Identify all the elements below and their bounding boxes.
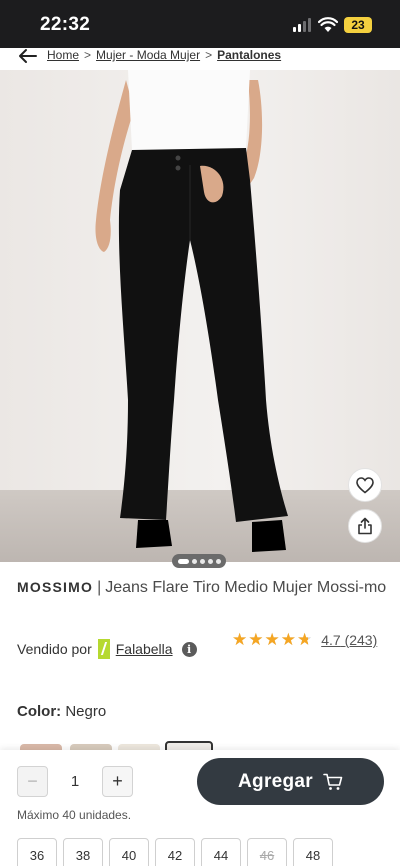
size-option-36[interactable]: 36 bbox=[17, 838, 57, 866]
breadcrumb-separator: > bbox=[205, 48, 213, 62]
seller-info: Vendido por Falabella i bbox=[17, 638, 197, 660]
cellular-signal-icon bbox=[293, 18, 313, 32]
add-to-cart-label: Agregar bbox=[238, 770, 313, 792]
status-bar: 22:32 23 bbox=[0, 0, 400, 48]
battery-indicator: 23 bbox=[344, 17, 372, 33]
share-icon bbox=[358, 517, 372, 535]
size-option-42[interactable]: 42 bbox=[155, 838, 195, 866]
status-time: 22:32 bbox=[40, 14, 91, 35]
wifi-icon bbox=[318, 17, 338, 32]
star-rating-filled-icon: ★★★★★ bbox=[232, 630, 309, 649]
rating-summary-link[interactable]: 4.7 (243) bbox=[321, 632, 377, 648]
max-quantity-note: Máximo 40 unidades. bbox=[17, 808, 132, 822]
rating-value: 4.7 bbox=[321, 632, 341, 648]
title-separator: | bbox=[97, 579, 102, 596]
breadcrumb-home[interactable]: Home bbox=[47, 48, 79, 62]
size-option-46[interactable]: 46 bbox=[247, 838, 287, 866]
star-rating: ★★★★★ ★★★★★ bbox=[232, 630, 313, 650]
product-image[interactable] bbox=[0, 70, 400, 562]
product-title: MOSSIMO | Jeans Flare Tiro Medio Mujer Mos… bbox=[17, 576, 387, 599]
size-option-38[interactable]: 38 bbox=[63, 838, 103, 866]
product-rating[interactable]: ★★★★★ ★★★★★ 4.7 (243) bbox=[232, 630, 377, 650]
carousel-dot[interactable] bbox=[191, 558, 197, 564]
model-jeans-photo bbox=[95, 70, 289, 552]
color-label: Color: bbox=[17, 703, 62, 720]
cart-icon bbox=[323, 773, 343, 790]
product-brand[interactable]: MOSSIMO bbox=[17, 579, 93, 595]
back-arrow-icon[interactable] bbox=[18, 48, 38, 64]
carousel-dot[interactable] bbox=[199, 558, 205, 564]
size-option-48[interactable]: 48 bbox=[293, 838, 333, 866]
breadcrumb-separator: > bbox=[84, 48, 92, 62]
image-carousel-indicator[interactable] bbox=[172, 554, 226, 568]
carousel-dot-active[interactable] bbox=[177, 558, 189, 564]
quantity-decrease-button[interactable]: − bbox=[17, 766, 48, 797]
breadcrumb: Home > Mujer - Moda Mujer > Pantalones bbox=[47, 48, 281, 62]
breadcrumb-current[interactable]: Pantalones bbox=[217, 48, 281, 62]
seller-label: Vendido por bbox=[17, 641, 92, 657]
carousel-dot[interactable] bbox=[215, 558, 221, 564]
info-icon[interactable]: i bbox=[181, 641, 197, 657]
share-button[interactable] bbox=[348, 509, 382, 543]
quantity-increase-button[interactable]: + bbox=[102, 766, 133, 797]
heart-icon bbox=[356, 476, 374, 494]
color-selector-label: Color: Negro bbox=[17, 703, 106, 720]
breadcrumb-bar: Home > Mujer - Moda Mujer > Pantalones bbox=[0, 48, 400, 70]
favorite-button[interactable] bbox=[348, 468, 382, 502]
size-option-44[interactable]: 44 bbox=[201, 838, 241, 866]
seller-name-link[interactable]: Falabella bbox=[116, 641, 173, 657]
quantity-input[interactable]: 1 bbox=[50, 766, 100, 797]
size-selector: 36 38 40 42 44 46 48 bbox=[17, 838, 333, 866]
rating-count: (243) bbox=[344, 632, 378, 648]
carousel-dot[interactable] bbox=[207, 558, 213, 564]
falabella-logo-icon bbox=[97, 639, 110, 659]
size-option-40[interactable]: 40 bbox=[109, 838, 149, 866]
product-name: Jeans Flare Tiro Medio Mujer Mossi-mo bbox=[105, 579, 387, 596]
add-to-cart-button[interactable]: Agregar bbox=[197, 758, 384, 805]
breadcrumb-mujer[interactable]: Mujer - Moda Mujer bbox=[96, 48, 200, 62]
color-value: Negro bbox=[65, 703, 107, 720]
